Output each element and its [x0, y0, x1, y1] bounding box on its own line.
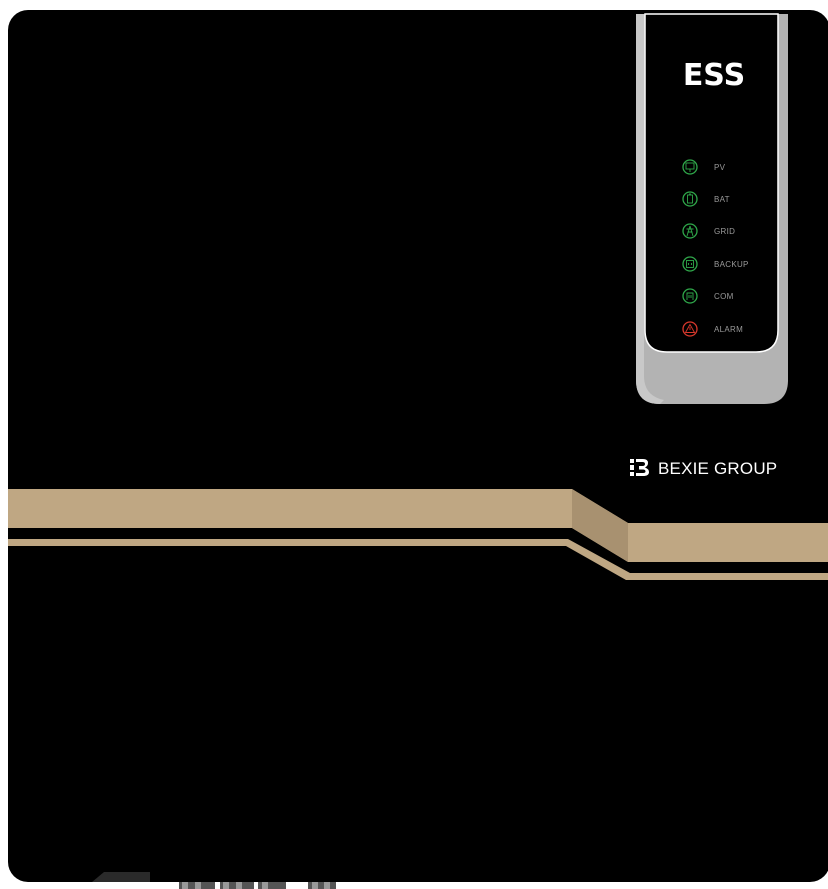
led-label-grid: GRID: [714, 227, 735, 236]
brand-name: BEXIE GROUP: [658, 459, 777, 478]
ess-inverter-device: ESS PV BAT GRID BACKUP COM ALARM BEXIE G…: [8, 10, 828, 889]
led-label-pv: PV: [714, 163, 726, 172]
led-label-alarm: ALARM: [714, 325, 743, 334]
led-label-backup: BACKUP: [714, 260, 749, 269]
led-label-bat: BAT: [714, 195, 730, 204]
led-label-com: COM: [714, 292, 734, 301]
device-title: ESS: [683, 58, 745, 93]
